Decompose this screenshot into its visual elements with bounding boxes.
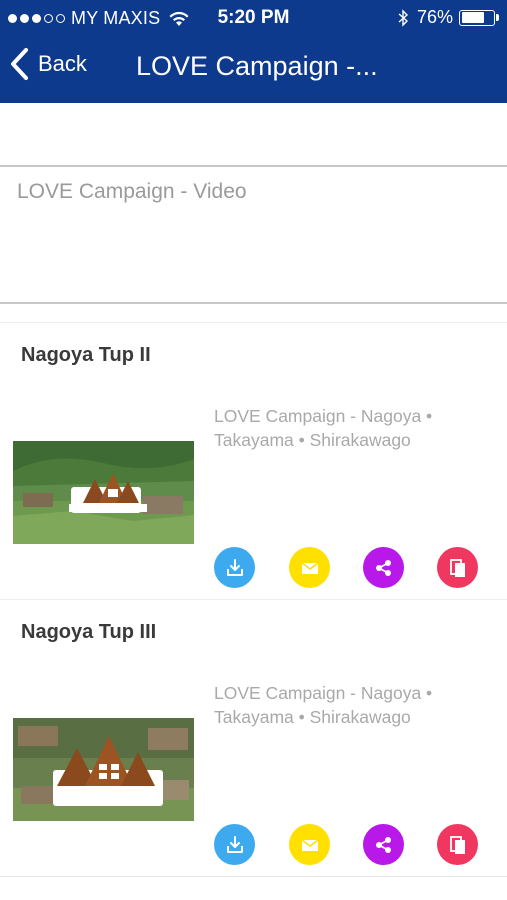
page-title: LOVE Campaign -... xyxy=(136,51,378,81)
divider xyxy=(0,165,507,167)
item-description: LOVE Campaign - Nagoya • Takayama • Shir… xyxy=(214,683,433,727)
chevron-left-icon xyxy=(11,48,28,80)
video-section-title: LOVE Campaign - Video xyxy=(17,180,247,203)
battery-level xyxy=(461,12,485,23)
status-bar: MY MAXIS 5:20 PM 76% xyxy=(0,0,507,36)
status-right: 76% xyxy=(397,7,499,28)
list-item[interactable]: Nagoya Tup II LOVE Campaign - Nagoya • T… xyxy=(0,322,507,599)
copy-button[interactable] xyxy=(437,824,478,865)
village-thumbnail-image xyxy=(13,718,194,821)
item-actions xyxy=(0,547,507,589)
navigation-bar: Back LOVE Campaign -... xyxy=(0,36,507,103)
item-thumbnail[interactable] xyxy=(13,718,194,821)
email-button[interactable] xyxy=(289,547,330,588)
divider xyxy=(0,302,507,304)
copy-icon xyxy=(449,835,465,854)
share-button[interactable] xyxy=(363,547,404,588)
mail-icon xyxy=(301,838,318,851)
item-description: LOVE Campaign - Nagoya • Takayama • Shir… xyxy=(214,406,433,450)
download-button[interactable] xyxy=(214,547,255,588)
email-button[interactable] xyxy=(289,824,330,865)
back-label: Back xyxy=(38,51,87,76)
share-icon xyxy=(375,836,391,853)
bluetooth-icon xyxy=(398,8,408,27)
battery-tip xyxy=(496,14,499,21)
download-icon xyxy=(226,835,243,853)
item-actions xyxy=(0,824,507,866)
download-icon xyxy=(226,558,243,576)
share-icon xyxy=(375,559,391,576)
copy-icon xyxy=(449,558,465,577)
top-bar: MY MAXIS 5:20 PM 76% Back LOVE Campaign … xyxy=(0,0,507,103)
item-title: Nagoya Tup III xyxy=(21,621,157,643)
back-button[interactable]: Back xyxy=(8,47,87,81)
item-thumbnail[interactable] xyxy=(13,441,194,544)
village-thumbnail-image xyxy=(13,441,194,544)
copy-button[interactable] xyxy=(437,547,478,588)
battery-percent: 76% xyxy=(416,7,453,27)
mail-icon xyxy=(301,561,318,574)
share-button[interactable] xyxy=(363,824,404,865)
item-title: Nagoya Tup II xyxy=(21,344,151,366)
download-button[interactable] xyxy=(214,824,255,865)
list-item[interactable]: Nagoya Tup III LOVE Campaign - Nagoya • … xyxy=(0,599,507,876)
divider xyxy=(0,876,507,877)
battery-icon xyxy=(459,9,495,26)
